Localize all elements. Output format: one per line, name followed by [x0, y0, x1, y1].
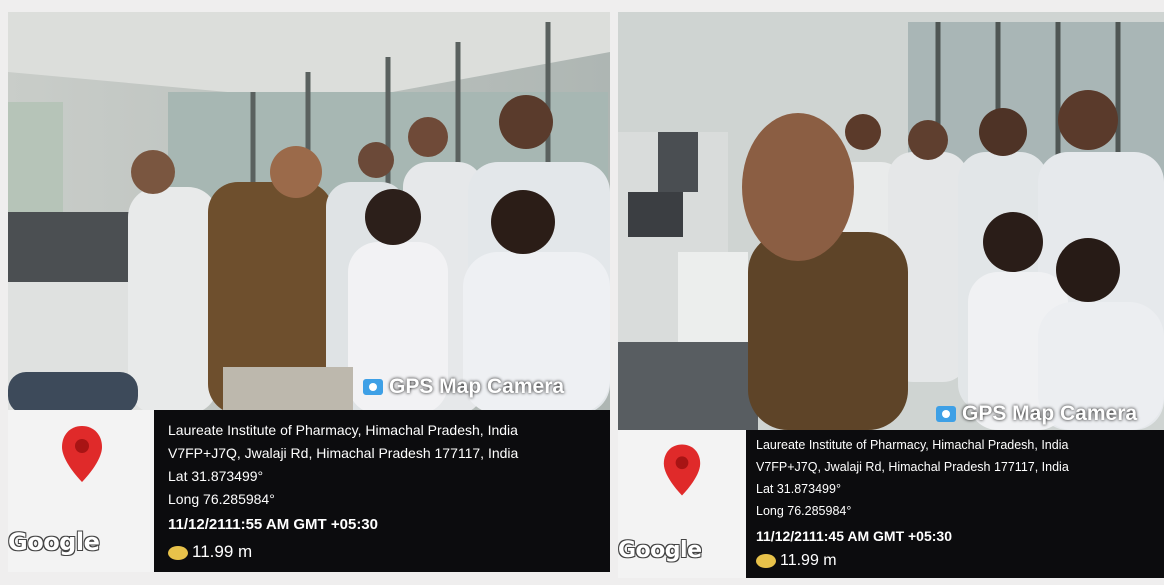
- gps-brand-text: GPS Map Camera: [389, 375, 565, 398]
- latitude: Lat 31.873499°: [756, 482, 841, 496]
- location-info-panel: Laureate Institute of Pharmacy, Himachal…: [746, 430, 1164, 578]
- lab-scene-right: [618, 12, 1164, 430]
- location-info-panel: Laureate Institute of Pharmacy, Himachal…: [154, 410, 610, 572]
- gps-brand-label: GPS Map Camera: [363, 375, 564, 399]
- lab-scene-left-image: [8, 12, 610, 414]
- camera-icon: [363, 379, 383, 395]
- altitude-value: 11.99 m: [780, 552, 837, 569]
- map-thumbnail: Google: [618, 430, 746, 578]
- location-name: Laureate Institute of Pharmacy, Himachal…: [168, 422, 518, 438]
- address: V7FP+J7Q, Jwalaji Rd, Himachal Pradesh 1…: [168, 445, 519, 461]
- camera-icon: [936, 406, 956, 422]
- datetime: 11/12/2111:55 AM GMT +05:30: [168, 516, 378, 533]
- datetime: 11/12/2111:45 AM GMT +05:30: [756, 528, 952, 544]
- address: V7FP+J7Q, Jwalaji Rd, Himachal Pradesh 1…: [756, 460, 1069, 474]
- lab-scene-left: [8, 12, 610, 414]
- gps-brand-text: GPS Map Camera: [962, 402, 1138, 425]
- longitude: Long 76.285984°: [168, 491, 275, 507]
- longitude: Long 76.285984°: [756, 504, 852, 518]
- google-logo: Google: [618, 538, 702, 563]
- photo-left: GPS Map Camera Google Laureate Institute…: [8, 12, 610, 572]
- latitude: Lat 31.873499°: [168, 468, 264, 484]
- altitude-row: 11.99 m: [756, 552, 837, 570]
- gps-brand-label: GPS Map Camera: [936, 402, 1137, 426]
- altitude-icon: [756, 553, 776, 568]
- altitude-icon: [168, 545, 188, 560]
- map-pin-icon: [663, 444, 701, 496]
- altitude-row: 11.99 m: [168, 542, 252, 562]
- location-name: Laureate Institute of Pharmacy, Himachal…: [756, 438, 1069, 452]
- photo-right: GPS Map Camera Google Laureate Institute…: [618, 12, 1164, 578]
- lab-scene-right-image: [618, 12, 1164, 430]
- map-thumbnail: Google: [8, 410, 154, 572]
- altitude-value: 11.99 m: [192, 542, 253, 561]
- map-pin-icon: [62, 426, 102, 482]
- google-logo: Google: [8, 528, 100, 556]
